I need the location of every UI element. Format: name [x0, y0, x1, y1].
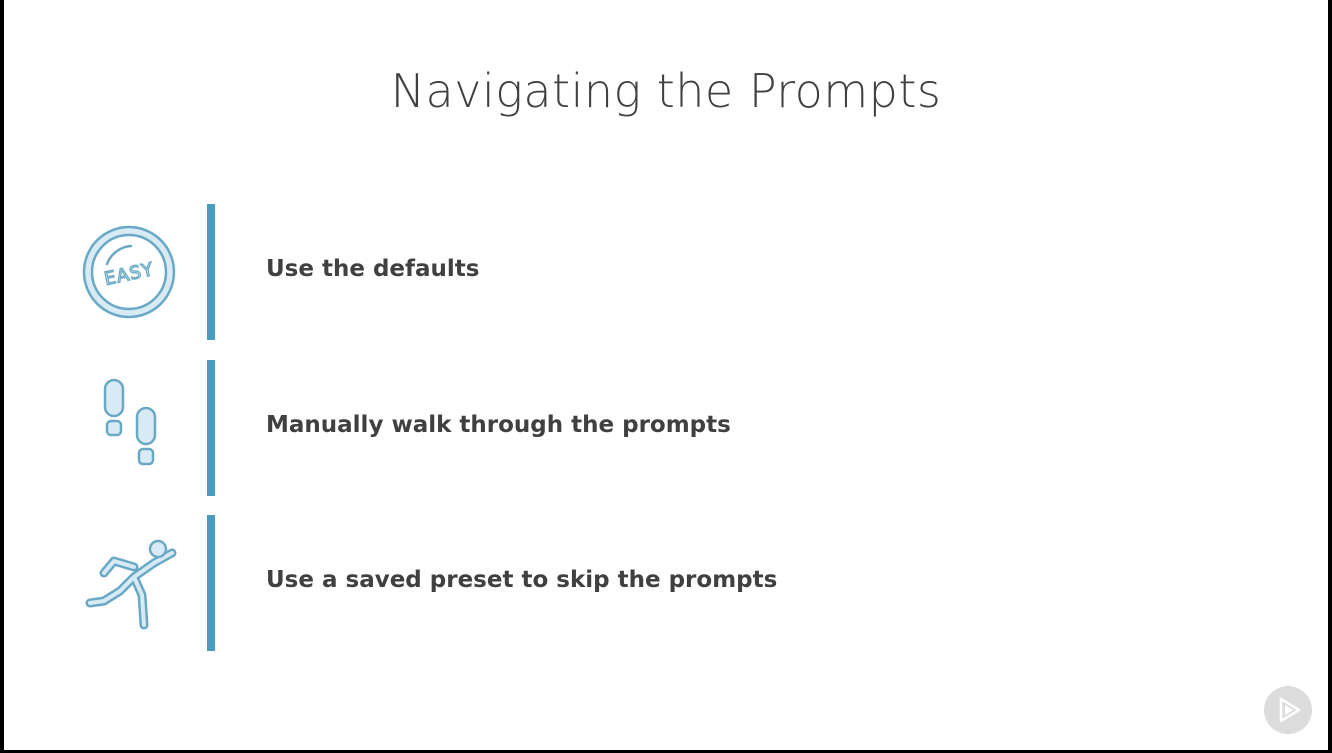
list-item-defaults: EASY Use the defaults: [4, 204, 1328, 340]
list-item-text: Use a saved preset to skip the prompts: [266, 567, 778, 593]
play-logo-button[interactable]: [1264, 686, 1312, 734]
accent-bar: [207, 360, 215, 496]
accent-bar: [207, 204, 215, 340]
slide: Navigating the Prompts EASY Use the defa…: [4, 0, 1328, 750]
slide-title: Navigating the Prompts: [390, 64, 942, 118]
list-item-text: Manually walk through the prompts: [266, 412, 731, 438]
easy-button-icon: EASY: [74, 222, 184, 322]
footprints-icon: [74, 378, 184, 478]
play-logo-icon: [1279, 697, 1301, 723]
list-item-manual: Manually walk through the prompts: [4, 360, 1328, 496]
list-item-preset: Use a saved preset to skip the prompts: [4, 515, 1328, 651]
list-item-text: Use the defaults: [266, 256, 480, 282]
running-person-icon: [74, 533, 184, 633]
accent-bar: [207, 515, 215, 651]
